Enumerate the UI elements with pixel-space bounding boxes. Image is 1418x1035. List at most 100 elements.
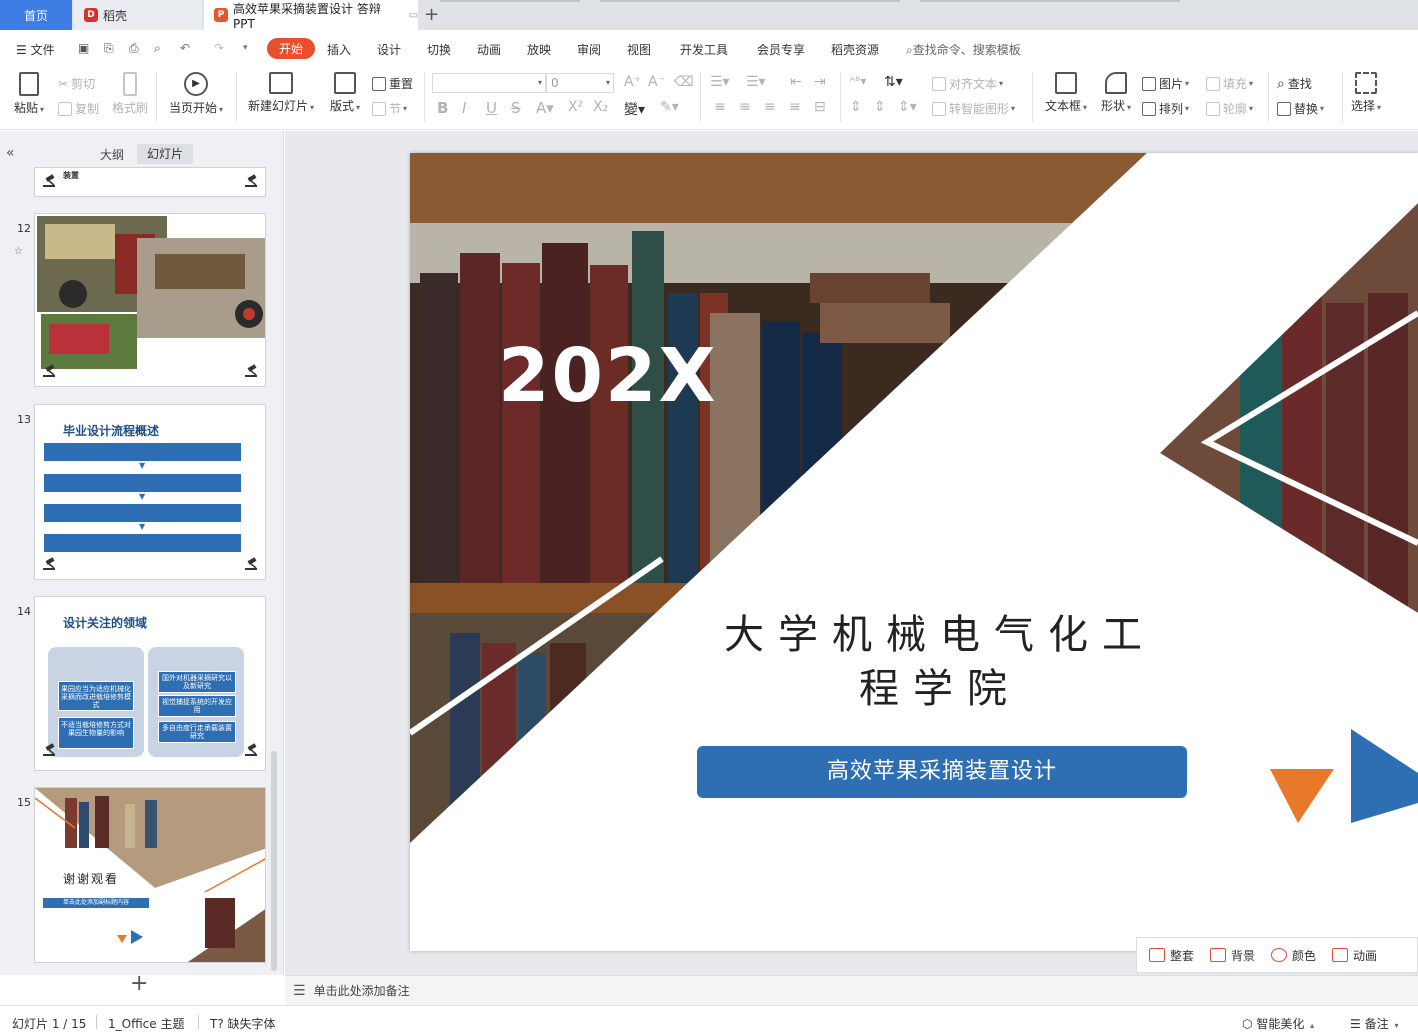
- tab-home[interactable]: 首页: [0, 0, 72, 30]
- bold-icon[interactable]: B: [437, 99, 448, 117]
- shrink-font-icon[interactable]: A⁻: [648, 74, 665, 90]
- redo-icon[interactable]: ↷: [214, 41, 224, 55]
- align-left-icon[interactable]: ≡: [714, 99, 726, 115]
- slide-thumbnail-14[interactable]: 设计关注的领域 果园应当为适应机械化采摘而改进栽培修剪模式 不适当栽培修剪方式对…: [34, 596, 266, 771]
- section-button[interactable]: 节 ▾: [372, 100, 407, 117]
- copy-button[interactable]: 复制: [58, 100, 99, 117]
- underline-icon[interactable]: U: [486, 99, 497, 117]
- notes-toggle-button[interactable]: ☰ 备注 ▾: [1350, 1015, 1398, 1032]
- replace-button[interactable]: 替换 ▾: [1277, 100, 1324, 117]
- tab-daoke[interactable]: D 稻壳: [74, 0, 202, 30]
- slide-thumbnail-12[interactable]: [34, 213, 266, 387]
- text-direction-icon[interactable]: ᴬᴮ▾: [850, 74, 866, 88]
- add-slide-button[interactable]: +: [130, 971, 148, 996]
- paste-button[interactable]: 粘贴 ▾: [12, 72, 46, 116]
- menu-review[interactable]: 审阅: [577, 41, 601, 58]
- justify-icon[interactable]: ≡: [789, 99, 801, 115]
- tab-slides[interactable]: 幻灯片: [137, 144, 193, 164]
- smart-shape-button[interactable]: 转智能图形 ▾: [932, 100, 1015, 117]
- arrange-label: 排列: [1159, 102, 1184, 116]
- missing-font-button[interactable]: T? 缺失字体: [210, 1015, 276, 1032]
- slide-subtitle-bar[interactable]: 高效苹果采摘装置设计: [697, 746, 1187, 798]
- menu-slideshow[interactable]: 放映: [527, 41, 551, 58]
- layout-button[interactable]: 版式 ▾: [328, 72, 362, 114]
- distribute-icon[interactable]: ⊟: [814, 99, 826, 115]
- italic-icon[interactable]: I: [462, 99, 466, 117]
- flow-step: [44, 534, 241, 552]
- color-button[interactable]: 颜色: [1271, 947, 1316, 964]
- menu-insert[interactable]: 插入: [327, 41, 351, 58]
- grow-font-icon[interactable]: A⁺: [624, 74, 641, 90]
- format-painter-button[interactable]: 格式刷: [110, 72, 150, 116]
- tab-bar: 首页 D 稻壳 P 高效苹果采摘装置设计 答辩PPT ▭ +: [0, 0, 1418, 31]
- font-color-icon[interactable]: A▾: [536, 99, 554, 117]
- strikethrough-icon[interactable]: S: [511, 99, 521, 117]
- menu-devtools[interactable]: 开发工具: [680, 41, 728, 58]
- background-button[interactable]: 背景: [1210, 947, 1255, 964]
- subscript-icon[interactable]: X₂: [593, 99, 608, 115]
- decrease-indent-icon[interactable]: ⇤: [790, 74, 802, 90]
- thumbnail-scrollbar[interactable]: [271, 751, 277, 971]
- export-icon[interactable]: ⎘: [104, 41, 114, 56]
- slide-title[interactable]: 大学机械电气化工程学院: [710, 608, 1170, 716]
- find-button[interactable]: ⌕ 查找: [1277, 75, 1312, 92]
- sort-icon[interactable]: ⇅▾: [884, 74, 903, 90]
- menu-file[interactable]: ☰ 文件: [16, 41, 55, 58]
- suite-button[interactable]: 整套: [1149, 947, 1194, 964]
- align-text-button[interactable]: 对齐文本 ▾: [932, 75, 1003, 92]
- menu-view[interactable]: 视图: [627, 41, 651, 58]
- superscript-icon[interactable]: X²: [568, 99, 583, 115]
- arrange-button[interactable]: 排列 ▾: [1142, 100, 1189, 117]
- current-slide[interactable]: 202X 大学机械电气化工程学院 高效苹果采摘装置设计: [410, 153, 1418, 951]
- line-spacing-icon[interactable]: ⇕: [850, 99, 862, 115]
- text-box-button[interactable]: 文本框 ▾: [1042, 72, 1090, 114]
- notes-pane[interactable]: ☰ 单击此处添加备注: [285, 975, 1418, 1005]
- slide-thumbnail-15[interactable]: 谢谢观看 单击此处添加副标题内容: [34, 787, 266, 963]
- bullet-list-icon[interactable]: ☰▾: [710, 74, 730, 90]
- phonetic-icon[interactable]: 變▾: [624, 99, 645, 119]
- menu-animation[interactable]: 动画: [477, 41, 501, 58]
- menu-start[interactable]: 开始: [267, 38, 316, 59]
- fill-button[interactable]: 填充 ▾: [1206, 75, 1253, 92]
- slide-thumbnail-13[interactable]: 毕业设计流程概述 ▼ ▼ ▼: [34, 404, 266, 580]
- tab-screen-icon[interactable]: ▭: [409, 10, 418, 21]
- play-from-current-button[interactable]: ▶ 当页开始 ▾: [166, 72, 226, 116]
- font-family-select[interactable]: ▾: [432, 73, 546, 93]
- undo-icon[interactable]: ↶: [180, 41, 190, 55]
- outline-button[interactable]: 轮廓 ▾: [1206, 100, 1253, 117]
- new-slide-button[interactable]: 新建幻灯片 ▾: [246, 72, 316, 114]
- slide-thumbnail-11[interactable]: 装置: [34, 167, 266, 197]
- font-size-select[interactable]: 0 ▾: [546, 73, 614, 93]
- shape-button[interactable]: 形状 ▾: [1098, 72, 1134, 114]
- align-center-icon[interactable]: ≡: [739, 99, 751, 115]
- reset-button[interactable]: 重置: [372, 75, 413, 92]
- spacing-options-icon[interactable]: ⇕▾: [898, 99, 917, 115]
- save-icon[interactable]: ▣: [78, 41, 89, 55]
- paragraph-spacing-icon[interactable]: ⇕: [874, 99, 886, 115]
- print-preview-icon[interactable]: ⌕: [154, 41, 161, 56]
- menu-design[interactable]: 设计: [377, 41, 401, 58]
- menu-member[interactable]: 会员专享: [757, 41, 805, 58]
- menu-file-label: 文件: [30, 43, 55, 57]
- print-icon[interactable]: ⎙: [129, 41, 139, 56]
- menu-transition[interactable]: 切换: [427, 41, 451, 58]
- search-icon: ⌕: [1277, 75, 1285, 92]
- menu-daoke-resources[interactable]: 稻壳资源: [831, 41, 879, 58]
- increase-indent-icon[interactable]: ⇥: [814, 74, 826, 90]
- tab-document[interactable]: P 高效苹果采摘装置设计 答辩PPT ▭: [204, 0, 418, 31]
- cut-button[interactable]: ✂ 剪切: [58, 75, 95, 92]
- tab-outline[interactable]: 大纲: [100, 146, 124, 163]
- search-command[interactable]: ⌕查找命令、搜索模板: [906, 41, 1021, 58]
- select-button[interactable]: 选择 ▾: [1348, 72, 1384, 114]
- numbered-list-icon[interactable]: ☰▾: [746, 74, 766, 90]
- animation-button[interactable]: 动画: [1332, 947, 1377, 964]
- align-right-icon[interactable]: ≡: [764, 99, 776, 115]
- customize-icon[interactable]: ▾: [243, 43, 248, 53]
- collapse-pane-icon[interactable]: «: [6, 145, 15, 161]
- highlight-icon[interactable]: ✎▾: [660, 99, 679, 115]
- picture-button[interactable]: 图片 ▾: [1142, 75, 1189, 92]
- new-tab-button[interactable]: +: [424, 4, 439, 25]
- slide-year[interactable]: 202X: [498, 333, 718, 419]
- clear-format-icon[interactable]: ⌫: [674, 74, 694, 90]
- smart-beautify-button[interactable]: ⬡ 智能美化 ▴: [1242, 1015, 1314, 1032]
